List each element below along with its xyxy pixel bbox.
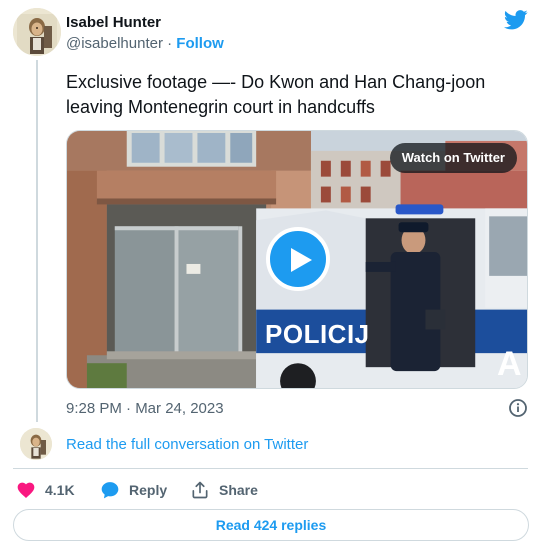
tweet-text: Exclusive footage —- Do Kwon and Han Cha…: [66, 72, 486, 117]
author-handle[interactable]: @isabelhunter: [66, 35, 163, 52]
conversation-avatar[interactable]: [20, 428, 52, 460]
reply-label: Reply: [129, 482, 168, 498]
twitter-bird-icon[interactable]: [504, 10, 528, 30]
like-button[interactable]: 4.1K: [16, 479, 75, 501]
van-text-right: A: [497, 345, 522, 383]
author-name[interactable]: Isabel Hunter: [66, 14, 161, 31]
embedded-tweet-card: Isabel Hunter @isabelhunter · Follow Exc…: [0, 0, 540, 557]
share-label: Share: [219, 482, 258, 498]
like-count: 4.1K: [45, 482, 75, 498]
play-icon: [291, 248, 312, 272]
reply-button[interactable]: Reply: [100, 479, 167, 501]
thread-line: [36, 60, 38, 422]
reply-bubble-icon: [101, 482, 119, 499]
follow-button[interactable]: Follow: [176, 35, 224, 52]
read-conversation-link[interactable]: Read the full conversation on Twitter: [66, 436, 308, 453]
read-replies-button[interactable]: Read 424 replies: [13, 509, 529, 541]
play-button[interactable]: [266, 227, 330, 291]
info-icon[interactable]: [508, 398, 528, 418]
share-icon: [192, 481, 208, 499]
tweet-timestamp[interactable]: 9:28 PM · Mar 24, 2023: [66, 400, 224, 417]
handle-separator: ·: [162, 35, 177, 52]
share-button[interactable]: Share: [190, 479, 258, 501]
heart-icon: [17, 482, 35, 498]
author-handle-row: @isabelhunter · Follow: [66, 35, 224, 52]
author-avatar[interactable]: [13, 8, 61, 56]
divider: [13, 468, 528, 469]
video-media[interactable]: POLICIJ A Watch on Twitter: [66, 130, 528, 389]
van-text: POLICIJ: [265, 319, 370, 349]
watch-on-twitter-badge[interactable]: Watch on Twitter: [389, 143, 517, 173]
